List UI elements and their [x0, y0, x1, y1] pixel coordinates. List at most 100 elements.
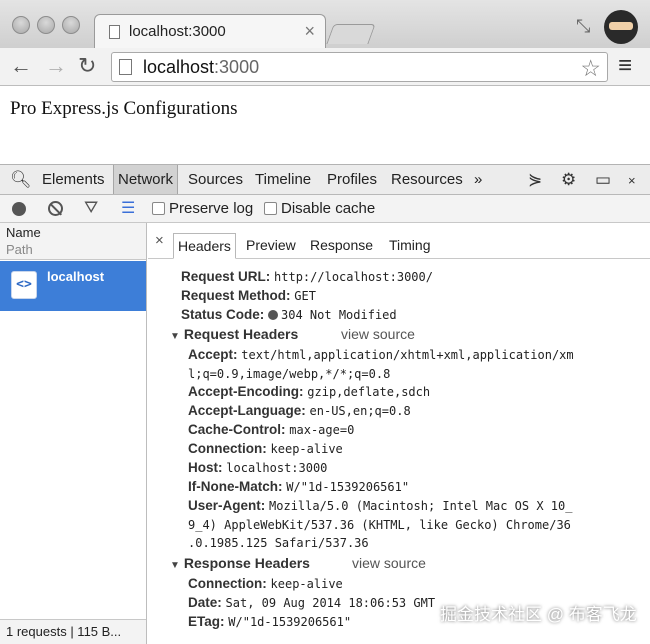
status-code-label: Status Code:: [181, 307, 265, 322]
forward-arrow-icon[interactable]: →: [45, 54, 67, 78]
request-headers-section[interactable]: ▼ Request Headers: [170, 326, 298, 342]
tab-timeline[interactable]: Timeline: [255, 171, 311, 188]
status-dot-icon: [268, 310, 279, 320]
watermark: 掘金技术社区 @ 布客飞龙: [440, 605, 637, 624]
tab-preview[interactable]: Preview: [246, 237, 296, 253]
search-icon[interactable]: 🔍︎: [10, 170, 32, 190]
record-icon[interactable]: [12, 202, 26, 216]
request-method-value: GET: [294, 289, 316, 303]
browser-tab[interactable]: localhost:3000 ×: [94, 14, 326, 48]
tab-profiles[interactable]: Profiles: [327, 171, 377, 188]
connection-value: keep-alive: [270, 442, 343, 456]
large-rows-icon[interactable]: ☰: [121, 198, 135, 218]
accept-value-1: text/html,application/xhtml+xml,applicat…: [241, 348, 574, 362]
tab-network[interactable]: Network: [113, 165, 179, 194]
date-value: Sat, 09 Aug 2014 18:06:53 GMT: [225, 596, 436, 610]
disable-cache-checkbox[interactable]: [264, 202, 277, 215]
request-url-value: http://localhost:3000/: [274, 270, 433, 284]
close-details-icon[interactable]: ×: [155, 232, 164, 249]
gear-icon[interactable]: ⚙: [561, 170, 576, 190]
minimize-window-button[interactable]: [37, 16, 55, 34]
zoom-window-button[interactable]: [62, 16, 80, 34]
tab-resources[interactable]: Resources: [391, 171, 463, 188]
user-agent-label: User-Agent:: [188, 498, 266, 513]
url-port: :3000: [214, 57, 260, 77]
back-arrow-icon[interactable]: ←: [10, 54, 32, 78]
close-devtools-icon[interactable]: ×: [628, 173, 636, 188]
accept-encoding-value: gzip,deflate,sdch: [307, 385, 431, 399]
dock-side-icon[interactable]: ▭: [595, 170, 611, 190]
request-view-source-link[interactable]: view source: [341, 326, 415, 342]
clear-icon[interactable]: [48, 201, 63, 216]
response-connection-label: Connection:: [188, 576, 267, 591]
console-drawer-icon[interactable]: ⋟: [528, 170, 542, 190]
response-connection-row: Connection: keep-alive: [188, 576, 343, 591]
page-icon: [109, 25, 120, 39]
user-agent-value-1: Mozilla/5.0 (Macintosh; Intel Mac OS X 1…: [269, 499, 573, 513]
accept-language-label: Accept-Language:: [188, 403, 306, 418]
tab-headers[interactable]: Headers: [173, 233, 236, 259]
status-code-row: Status Code: 304 Not Modified: [181, 307, 397, 322]
user-agent-value-3: .0.1985.125 Safari/537.36: [188, 536, 369, 550]
accept-row: Accept: text/html,application/xhtml+xml,…: [188, 347, 574, 362]
close-tab-icon[interactable]: ×: [304, 21, 315, 42]
reload-icon[interactable]: ↻: [78, 54, 96, 78]
response-headers-title: Response Headers: [183, 555, 310, 571]
profile-avatar-icon[interactable]: [604, 10, 638, 44]
if-none-match-row: If-None-Match: W/"1d-1539206561": [188, 479, 409, 494]
triangle-down-icon: ▼: [170, 560, 180, 571]
response-view-source-link[interactable]: view source: [352, 555, 426, 571]
tab-title: localhost:3000: [129, 23, 226, 40]
accept-label: Accept:: [188, 347, 238, 362]
accept-value-2: l;q=0.9,image/webp,*/*;q=0.8: [188, 367, 391, 381]
cache-control-value: max-age=0: [289, 423, 355, 437]
request-list: Name Path <> localhost 1 requests | 115 …: [0, 223, 147, 644]
connection-label: Connection:: [188, 441, 267, 456]
preserve-log-checkbox[interactable]: [152, 202, 165, 215]
etag-row: ETag: W/"1d-1539206561": [188, 614, 351, 629]
fullscreen-icon[interactable]: ⤡: [576, 16, 590, 37]
address-text[interactable]: localhost:3000: [143, 57, 259, 78]
response-headers-section[interactable]: ▼ Response Headers: [170, 555, 310, 571]
address-bar[interactable]: localhost:3000 ☆: [111, 52, 608, 82]
column-name: Name: [6, 225, 41, 240]
request-details: × Headers Preview Response Timing Reques…: [148, 223, 650, 644]
request-url-row: Request URL: http://localhost:3000/: [181, 269, 433, 284]
accept-language-row: Accept-Language: en-US,en;q=0.8: [188, 403, 411, 418]
browser-titlebar: localhost:3000 × ⤡: [0, 0, 650, 48]
document-icon: <>: [11, 271, 37, 299]
hamburger-menu-icon[interactable]: ≡: [618, 54, 632, 78]
cache-control-row: Cache-Control: max-age=0: [188, 422, 354, 437]
tab-sources[interactable]: Sources: [188, 171, 243, 188]
network-toolbar: ⛛ ☰ Preserve log Disable cache: [0, 195, 650, 223]
tab-elements[interactable]: Elements: [42, 171, 105, 188]
request-row[interactable]: <> localhost: [0, 261, 146, 311]
preserve-log-label: Preserve log: [169, 200, 254, 217]
user-agent-row: User-Agent: Mozilla/5.0 (Macintosh; Inte…: [188, 498, 572, 513]
user-agent-value-2: 9_4) AppleWebKit/537.36 (KHTML, like Gec…: [188, 518, 571, 532]
tab-timing[interactable]: Timing: [389, 237, 431, 253]
filter-icon[interactable]: ⛛: [84, 198, 98, 218]
request-method-row: Request Method: GET: [181, 288, 316, 303]
new-tab-button[interactable]: [326, 24, 376, 44]
date-row: Date: Sat, 09 Aug 2014 18:06:53 GMT: [188, 595, 435, 610]
url-host: localhost: [143, 57, 215, 77]
accept-encoding-row: Accept-Encoding: gzip,deflate,sdch: [188, 384, 430, 399]
request-headers-title: Request Headers: [183, 326, 299, 342]
devtools-tabbar: 🔍︎ Elements Network Sources Timeline Pro…: [0, 164, 650, 195]
page-icon: [119, 59, 132, 75]
connection-row: Connection: keep-alive: [188, 441, 343, 456]
disable-cache-label: Disable cache: [281, 200, 376, 217]
triangle-down-icon: ▼: [170, 331, 180, 342]
browser-toolbar: ← → ↻ localhost:3000 ☆ ≡: [0, 48, 650, 86]
more-tabs-icon[interactable]: »: [474, 171, 482, 188]
host-row: Host: localhost:3000: [188, 460, 327, 475]
host-value: localhost:3000: [226, 461, 328, 475]
host-label: Host:: [188, 460, 223, 475]
close-window-button[interactable]: [12, 16, 30, 34]
network-status-bar: 1 requests | 115 B...: [0, 619, 146, 644]
tab-response[interactable]: Response: [310, 237, 373, 253]
bookmark-star-icon[interactable]: ☆: [580, 55, 601, 82]
response-connection-value: keep-alive: [270, 577, 343, 591]
name-column-header[interactable]: Name Path: [0, 223, 146, 260]
